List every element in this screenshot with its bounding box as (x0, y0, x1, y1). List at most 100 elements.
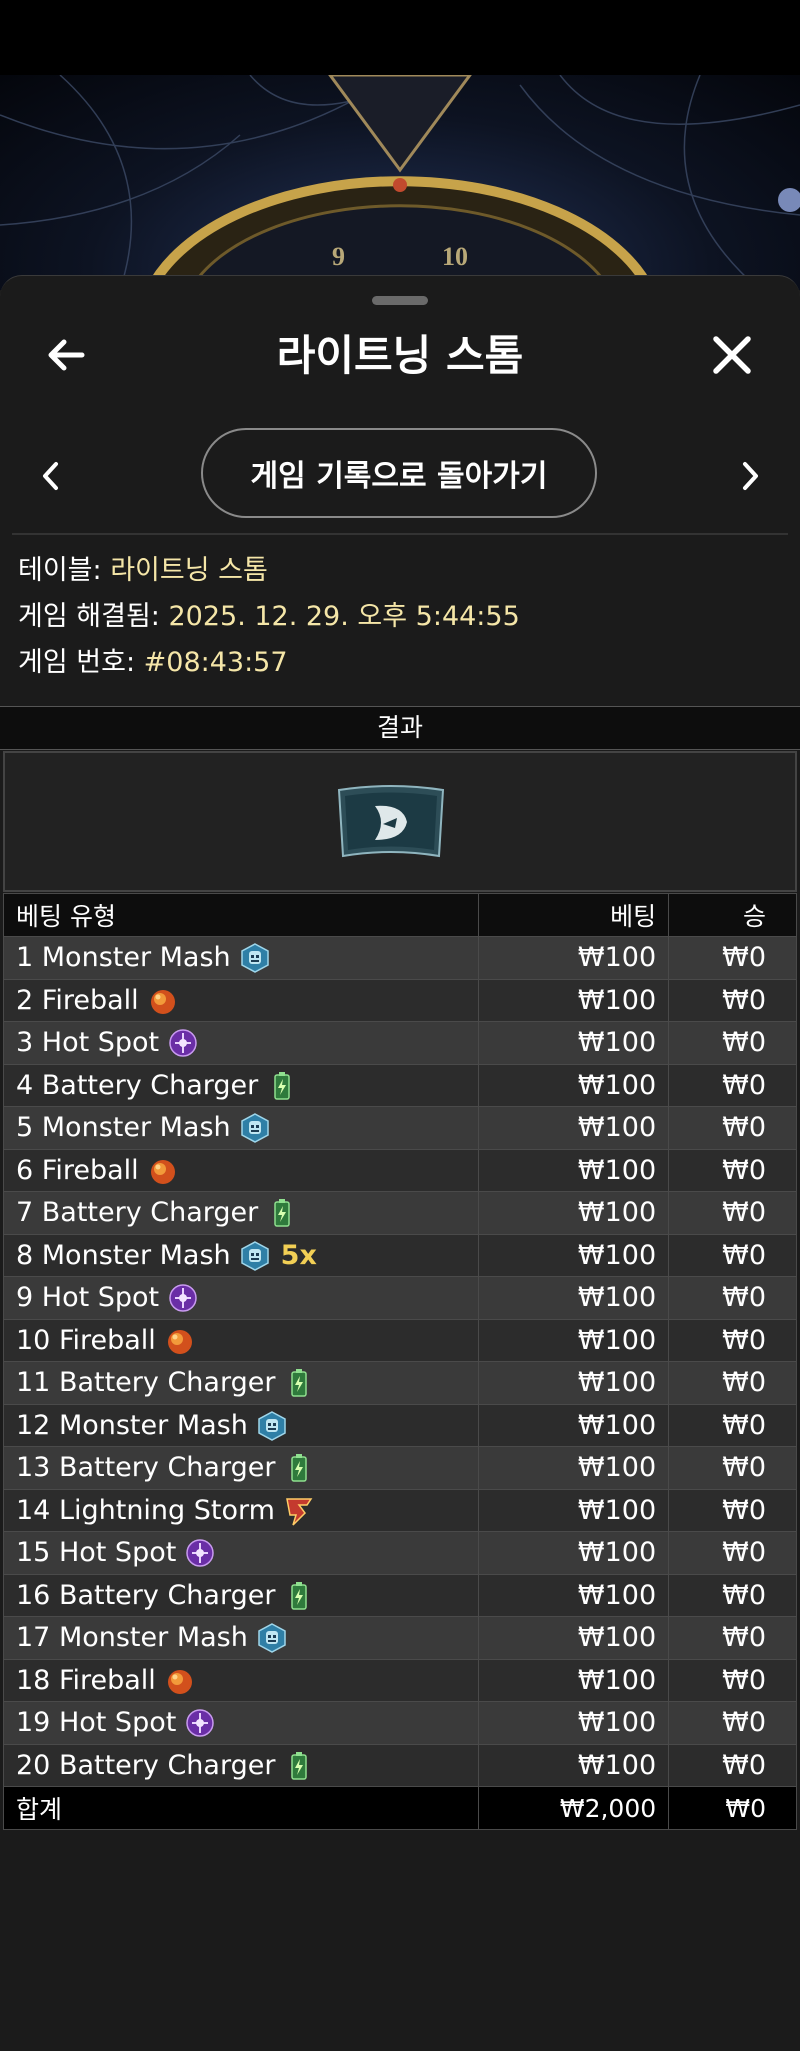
bet-amount-cell: ₩100 (478, 1361, 670, 1405)
bet-type-cell: 7 Battery Charger (2, 1191, 480, 1235)
bet-type-label: 1 Monster Mash (16, 942, 231, 974)
bet-type-label: 15 Hot Spot (16, 1537, 177, 1569)
bet-type-cell: 20 Battery Charger (2, 1743, 480, 1787)
bet-type-cell: 12 Monster Mash (2, 1403, 480, 1447)
table-row: 3 Hot Spot ₩100 ₩0 (2, 1021, 797, 1065)
win-amount-cell: ₩0 (668, 1361, 797, 1405)
bet-amount-cell: ₩100 (478, 1446, 670, 1490)
win-amount-cell: ₩0 (668, 1488, 797, 1532)
bet-type-cell: 18 Fireball (2, 1658, 480, 1702)
column-header-win: 승 (668, 893, 797, 937)
table-row: 11 Battery Charger ₩100 ₩0 (2, 1361, 797, 1405)
game-number-label: 게임 번호: (18, 647, 136, 678)
table-row: 4 Battery Charger ₩100 ₩0 (2, 1063, 797, 1107)
win-amount-cell: ₩0 (668, 1021, 797, 1065)
battery-charger-icon (283, 1367, 315, 1400)
bet-type-label: 17 Monster Mash (16, 1622, 248, 1654)
fireball-icon (164, 1324, 196, 1357)
column-header-bet: 베팅 (478, 893, 670, 937)
bet-type-cell: 3 Hot Spot (2, 1021, 480, 1065)
table-row: 13 Battery Charger ₩100 ₩0 (2, 1446, 797, 1490)
bet-amount-cell: ₩100 (478, 1531, 670, 1575)
close-icon[interactable] (708, 331, 756, 379)
battery-charger-icon (266, 1069, 298, 1102)
total-win: ₩0 (668, 1786, 797, 1830)
bet-amount-cell: ₩100 (478, 1106, 670, 1150)
status-bar (0, 0, 800, 75)
bet-type-label: 14 Lightning Storm (16, 1494, 275, 1526)
table-row: 17 Monster Mash ₩100 ₩0 (2, 1616, 797, 1660)
win-amount-cell: ₩0 (668, 1743, 797, 1787)
monster-mash-icon (256, 1622, 288, 1655)
table-row: 9 Hot Spot ₩100 ₩0 (2, 1276, 797, 1320)
bet-type-cell: 13 Battery Charger (2, 1446, 480, 1490)
battery-charger-icon (266, 1197, 298, 1230)
resolved-label: 게임 해결됨: (18, 601, 160, 632)
win-amount-cell: ₩0 (668, 978, 797, 1022)
next-game-chevron-icon[interactable] (735, 456, 765, 496)
resolved-info: 게임 해결됨: 2025. 12. 29. 오후 5:44:55 (18, 597, 520, 637)
prev-game-chevron-icon[interactable] (36, 456, 66, 496)
resolved-symbol-icon (337, 785, 445, 858)
bet-type-label: 20 Battery Charger (16, 1749, 276, 1781)
bet-amount-cell: ₩100 (478, 936, 670, 980)
hot-spot-icon (184, 1537, 216, 1570)
bet-type-label: 19 Hot Spot (16, 1707, 177, 1739)
table-row: 16 Battery Charger ₩100 ₩0 (2, 1573, 797, 1617)
bet-type-label: 11 Battery Charger (16, 1367, 276, 1399)
drag-handle[interactable] (372, 296, 428, 305)
bet-type-cell: 2 Fireball (2, 978, 480, 1022)
game-wheel-banner: 9 10 (0, 75, 800, 290)
hot-spot-icon (167, 1027, 199, 1060)
win-amount-cell: ₩0 (668, 1403, 797, 1447)
table-row: 18 Fireball ₩100 ₩0 (2, 1658, 797, 1702)
bet-amount-cell: ₩100 (478, 1743, 670, 1787)
bet-amount-cell: ₩100 (478, 1488, 670, 1532)
table-label: 테이블: (18, 555, 102, 586)
table-row: 1 Monster Mash ₩100 ₩0 (2, 936, 797, 980)
bet-type-cell: 14 Lightning Storm (2, 1488, 480, 1532)
back-to-history-button[interactable]: 게임 기록으로 돌아가기 (201, 428, 597, 518)
bet-amount-cell: ₩100 (478, 1616, 670, 1660)
table-row: 15 Hot Spot ₩100 ₩0 (2, 1531, 797, 1575)
bet-type-cell: 6 Fireball (2, 1148, 480, 1192)
game-details-sheet: 라이트닝 스톰 게임 기록으로 돌아가기 테이블: 라이트닝 스톰 게임 해결됨… (0, 275, 800, 2051)
bet-amount-cell: ₩100 (478, 1191, 670, 1235)
table-row: 20 Battery Charger ₩100 ₩0 (2, 1743, 797, 1787)
table-row: 5 Monster Mash ₩100 ₩0 (2, 1106, 797, 1150)
win-amount-cell: ₩0 (668, 1573, 797, 1617)
table-info: 테이블: 라이트닝 스톰 (18, 551, 268, 591)
fireball-icon (147, 984, 179, 1017)
result-panel (3, 751, 797, 892)
win-amount-cell: ₩0 (668, 1233, 797, 1277)
bet-type-label: 12 Monster Mash (16, 1409, 248, 1441)
win-amount-cell: ₩0 (668, 1446, 797, 1490)
multiplier-badge: 5x (280, 1239, 317, 1271)
bet-amount-cell: ₩100 (478, 1658, 670, 1702)
divider (12, 533, 788, 535)
win-amount-cell: ₩0 (668, 1063, 797, 1107)
bet-type-label: 2 Fireball (16, 984, 139, 1016)
bet-amount-cell: ₩100 (478, 1276, 670, 1320)
total-bet: ₩2,000 (478, 1786, 670, 1830)
win-amount-cell: ₩0 (668, 936, 797, 980)
battery-charger-icon (283, 1452, 315, 1485)
win-amount-cell: ₩0 (668, 1191, 797, 1235)
bet-type-label: 3 Hot Spot (16, 1027, 160, 1059)
table-row: 7 Battery Charger ₩100 ₩0 (2, 1191, 797, 1235)
bet-amount-cell: ₩100 (478, 1021, 670, 1065)
hot-spot-icon (167, 1282, 199, 1315)
table-row: 10 Fireball ₩100 ₩0 (2, 1318, 797, 1362)
battery-charger-icon (283, 1749, 315, 1782)
page-title: 라이트닝 스톰 (276, 331, 524, 380)
fireball-icon (147, 1154, 179, 1187)
bet-type-cell: 9 Hot Spot (2, 1276, 480, 1320)
bet-type-cell: 1 Monster Mash (2, 936, 480, 980)
fireball-icon (164, 1664, 196, 1697)
table-row: 12 Monster Mash ₩100 ₩0 (2, 1403, 797, 1447)
bet-amount-cell: ₩100 (478, 1701, 670, 1745)
bet-amount-cell: ₩100 (478, 978, 670, 1022)
win-amount-cell: ₩0 (668, 1531, 797, 1575)
bet-type-label: 8 Monster Mash (16, 1239, 231, 1271)
monster-mash-icon (239, 942, 271, 975)
